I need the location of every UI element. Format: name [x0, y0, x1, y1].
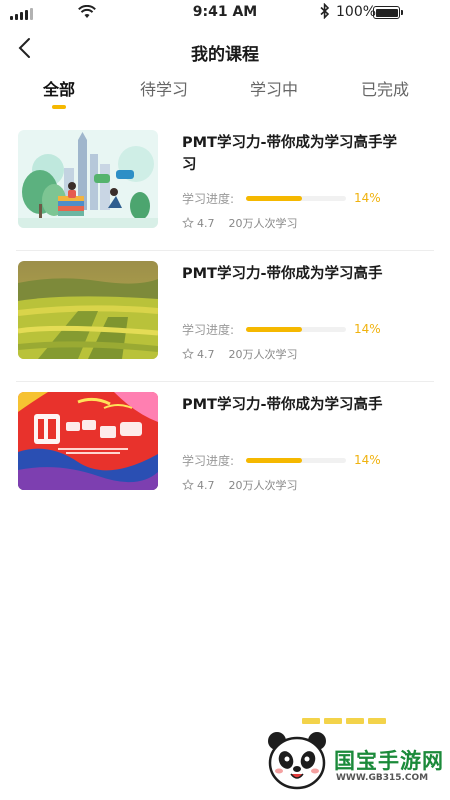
progress-label: 学习进度:: [182, 192, 235, 206]
course-thumbnail-field-photo: [18, 261, 158, 359]
page-title: 我的课程: [191, 45, 259, 65]
progress-percent: 14%: [354, 453, 381, 467]
course-meta: 4.7 20万人次学习: [182, 346, 298, 362]
site-watermark: 国宝手游网 WWW.GB315.COM: [254, 718, 450, 800]
course-progress: 学习进度: 14%: [182, 452, 432, 470]
course-meta: 4.7 20万人次学习: [182, 215, 298, 231]
course-item[interactable]: PMT学习力-带你成为学习高手 学习进度: 14% 4.7 20万人次学习: [16, 382, 434, 513]
course-learners: 20万人次学习: [228, 479, 298, 492]
navigation-bar: 我的课程: [0, 30, 450, 70]
battery-icon: [373, 6, 403, 19]
course-title: PMT学习力-带你成为学习高手: [182, 397, 383, 413]
tab-to-learn-label: 待学习: [139, 80, 188, 99]
course-learners: 20万人次学习: [228, 348, 298, 361]
course-rating: 4.7: [197, 478, 215, 492]
tab-learning[interactable]: 学习中: [229, 76, 319, 100]
course-title: PMT学习力-带你成为学习高手学习: [182, 135, 397, 173]
progress-bar: [246, 327, 346, 332]
tab-active-indicator: [52, 105, 66, 109]
tab-completed-label: 已完成: [360, 80, 409, 99]
tab-to-learn[interactable]: 待学习: [119, 76, 209, 100]
course-thumbnail-city-illustration: [18, 130, 158, 228]
progress-bar-fill: [246, 458, 302, 463]
watermark-site-name: 国宝手游网: [334, 749, 444, 773]
watermark-url: WWW.GB315.COM: [336, 773, 429, 783]
progress-bar: [246, 196, 346, 201]
progress-bar: [246, 458, 346, 463]
status-bar: 9:41 AM 100%: [0, 0, 450, 26]
progress-label: 学习进度:: [182, 323, 235, 337]
panda-logo-icon: [268, 732, 326, 790]
battery-percentage: 100%: [336, 4, 377, 20]
bluetooth-icon: [320, 3, 330, 19]
star-icon: [182, 217, 194, 229]
progress-percent: 14%: [354, 322, 381, 336]
progress-percent: 14%: [354, 191, 381, 205]
star-icon: [182, 479, 194, 491]
course-title: PMT学习力-带你成为学习高手: [182, 266, 383, 282]
tab-all-label: 全部: [42, 80, 75, 99]
course-item[interactable]: PMT学习力-带你成为学习高手学习 学习进度: 14% 4.7 20万人次学习: [16, 120, 434, 251]
course-progress: 学习进度: 14%: [182, 190, 432, 208]
course-meta: 4.7 20万人次学习: [182, 477, 298, 493]
progress-label: 学习进度:: [182, 454, 235, 468]
course-tabs: 全部 待学习 学习中 已完成: [0, 76, 450, 112]
tab-learning-label: 学习中: [249, 80, 298, 99]
tab-all[interactable]: 全部: [14, 76, 104, 109]
course-rating: 4.7: [197, 216, 215, 230]
course-rating: 4.7: [197, 347, 215, 361]
course-item[interactable]: PMT学习力-带你成为学习高手 学习进度: 14% 4.7 20万人次学习: [16, 251, 434, 382]
course-learners: 20万人次学习: [228, 217, 298, 230]
progress-bar-fill: [246, 327, 302, 332]
course-thumbnail-poster-banner: [18, 392, 158, 490]
tab-completed[interactable]: 已完成: [340, 76, 430, 100]
watermark-flags: [302, 718, 394, 726]
progress-bar-fill: [246, 196, 302, 201]
star-icon: [182, 348, 194, 360]
course-list: PMT学习力-带你成为学习高手学习 学习进度: 14% 4.7 20万人次学习: [0, 120, 450, 513]
course-progress: 学习进度: 14%: [182, 321, 432, 339]
